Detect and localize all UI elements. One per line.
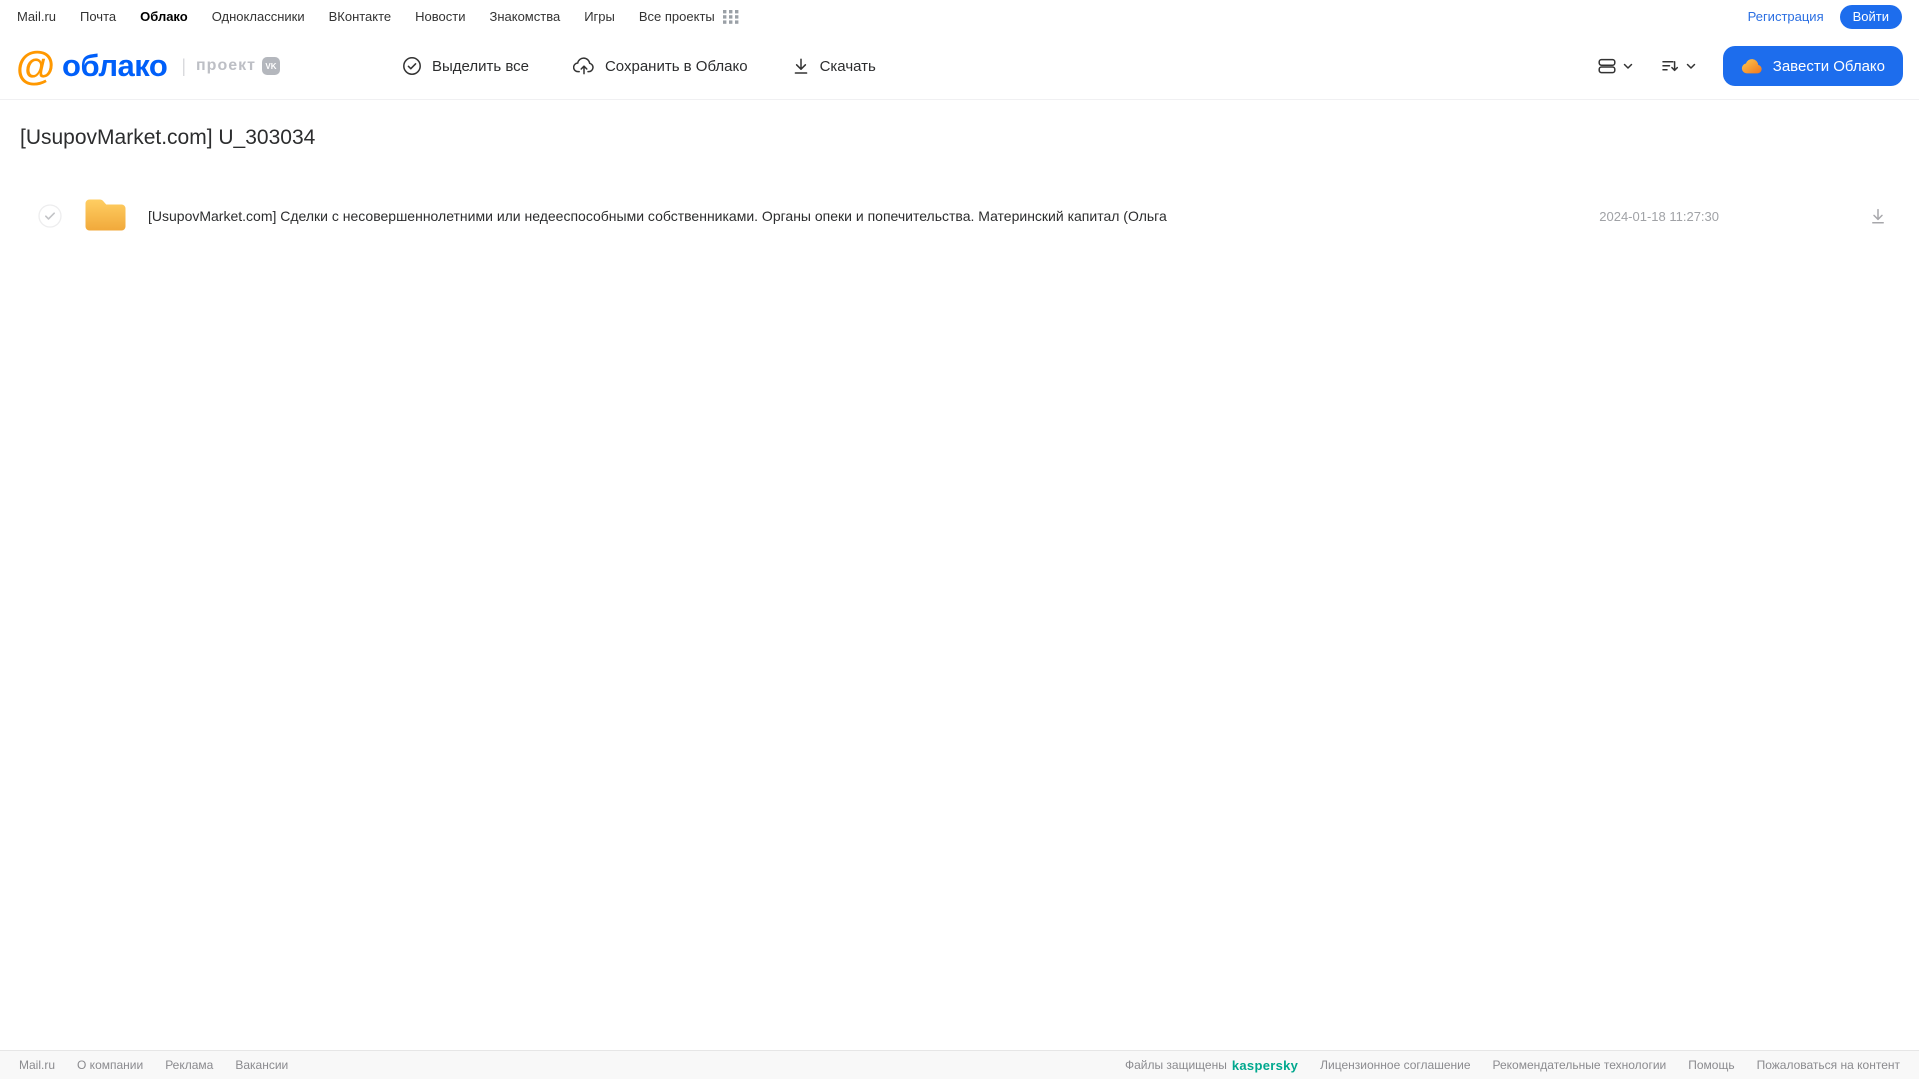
file-name[interactable]: [UsupovMarket.com] Сделки с несовершенно…: [148, 208, 1599, 224]
download-label: Скачать: [819, 57, 876, 75]
app-header: @ облако | проект VK Выделить все Сохран…: [0, 33, 1919, 99]
login-button[interactable]: Войти: [1839, 4, 1902, 29]
nav-item-vkontakte[interactable]: ВКонтакте: [329, 9, 392, 24]
footer-right-links: Файлы защищены kaspersky Лицензионное со…: [1125, 1058, 1900, 1073]
footer-link-ads[interactable]: Реклама: [165, 1058, 213, 1072]
view-mode-icon: [1597, 56, 1617, 76]
chevron-down-icon: [1685, 60, 1697, 72]
mailru-at-icon: @: [16, 44, 56, 88]
footer-link-license[interactable]: Лицензионное соглашение: [1320, 1058, 1470, 1072]
all-projects-label: Все проекты: [638, 9, 715, 24]
file-toolbar: Выделить все Сохранить в Облако Скачать: [402, 56, 876, 76]
nav-item-all-projects[interactable]: Все проекты: [639, 9, 739, 24]
download-icon: [792, 56, 810, 76]
create-cloud-label: Завести Облако: [1772, 57, 1885, 75]
cloud-logo-text: облако: [62, 48, 168, 83]
nav-item-igry[interactable]: Игры: [584, 9, 615, 24]
chevron-down-icon: [1622, 60, 1634, 72]
file-checkbox[interactable]: [38, 204, 62, 228]
footer-left-links: Mail.ru О компании Реклама Вакансии: [19, 1058, 288, 1072]
footer-link-report[interactable]: Пожаловаться на контент: [1757, 1058, 1900, 1072]
file-row[interactable]: [UsupovMarket.com] Сделки с несовершенно…: [20, 194, 1899, 238]
view-mode-dropdown[interactable]: [1597, 56, 1634, 76]
sort-dropdown[interactable]: [1660, 56, 1697, 76]
download-button[interactable]: Скачать: [792, 56, 876, 76]
nav-item-novosti[interactable]: Новости: [415, 9, 465, 24]
footer-link-help[interactable]: Помощь: [1688, 1058, 1734, 1072]
project-vk-label: проект: [196, 57, 256, 74]
nav-item-oblako[interactable]: Облако: [140, 9, 188, 24]
sort-icon: [1660, 56, 1680, 76]
kaspersky-protection: Файлы защищены kaspersky: [1125, 1058, 1298, 1073]
kaspersky-logo[interactable]: kaspersky: [1232, 1058, 1298, 1073]
nav-item-odnoklassniki[interactable]: Одноклассники: [212, 9, 305, 24]
file-list: [UsupovMarket.com] Сделки с несовершенно…: [20, 194, 1899, 238]
files-protected-label: Файлы защищены: [1124, 1058, 1227, 1072]
header-controls: Завести Облако: [1597, 46, 1903, 86]
portal-nav: Mail.ru Почта Облако Одноклассники ВКонт…: [0, 0, 1919, 33]
nav-item-znakomstva[interactable]: Знакомства: [489, 9, 560, 24]
check-circle-icon: [402, 56, 422, 76]
nav-item-pochta[interactable]: Почта: [80, 9, 116, 24]
footer-link-recommendations[interactable]: Рекомендательные технологии: [1493, 1058, 1667, 1072]
footer-link-mailru[interactable]: Mail.ru: [19, 1058, 55, 1072]
vk-logo-icon: VK: [261, 57, 280, 75]
cloud-icon: [1741, 58, 1763, 74]
logo-divider: |: [181, 55, 186, 76]
cloud-logo[interactable]: @ облако | проект VK: [16, 46, 280, 86]
folder-icon: [82, 194, 129, 239]
portal-nav-links: Mail.ru Почта Облако Одноклассники ВКонт…: [17, 9, 739, 24]
footer-link-company[interactable]: О компании: [77, 1058, 143, 1072]
portal-nav-auth: Регистрация Войти: [1748, 4, 1902, 29]
nav-item-mailru[interactable]: Mail.ru: [17, 9, 56, 24]
save-to-cloud-label: Сохранить в Облако: [604, 57, 748, 75]
footer-link-jobs[interactable]: Вакансии: [235, 1058, 288, 1072]
footer: Mail.ru О компании Реклама Вакансии Файл…: [0, 1050, 1919, 1079]
main-content: [UsupovMarket.com] U_303034 [UsupovMarke…: [0, 126, 1919, 238]
apps-grid-icon[interactable]: [722, 9, 739, 24]
file-date: 2024-01-18 11:27:30: [1599, 208, 1719, 224]
cloud-upload-icon: [572, 56, 595, 76]
page-title: [UsupovMarket.com] U_303034: [20, 126, 316, 149]
create-cloud-button[interactable]: Завести Облако: [1722, 46, 1903, 86]
file-download-icon[interactable]: [1869, 206, 1887, 226]
save-to-cloud-button[interactable]: Сохранить в Облако: [572, 56, 748, 76]
select-all-button[interactable]: Выделить все: [402, 56, 529, 76]
registration-link[interactable]: Регистрация: [1748, 9, 1824, 24]
select-all-label: Выделить все: [431, 57, 529, 75]
